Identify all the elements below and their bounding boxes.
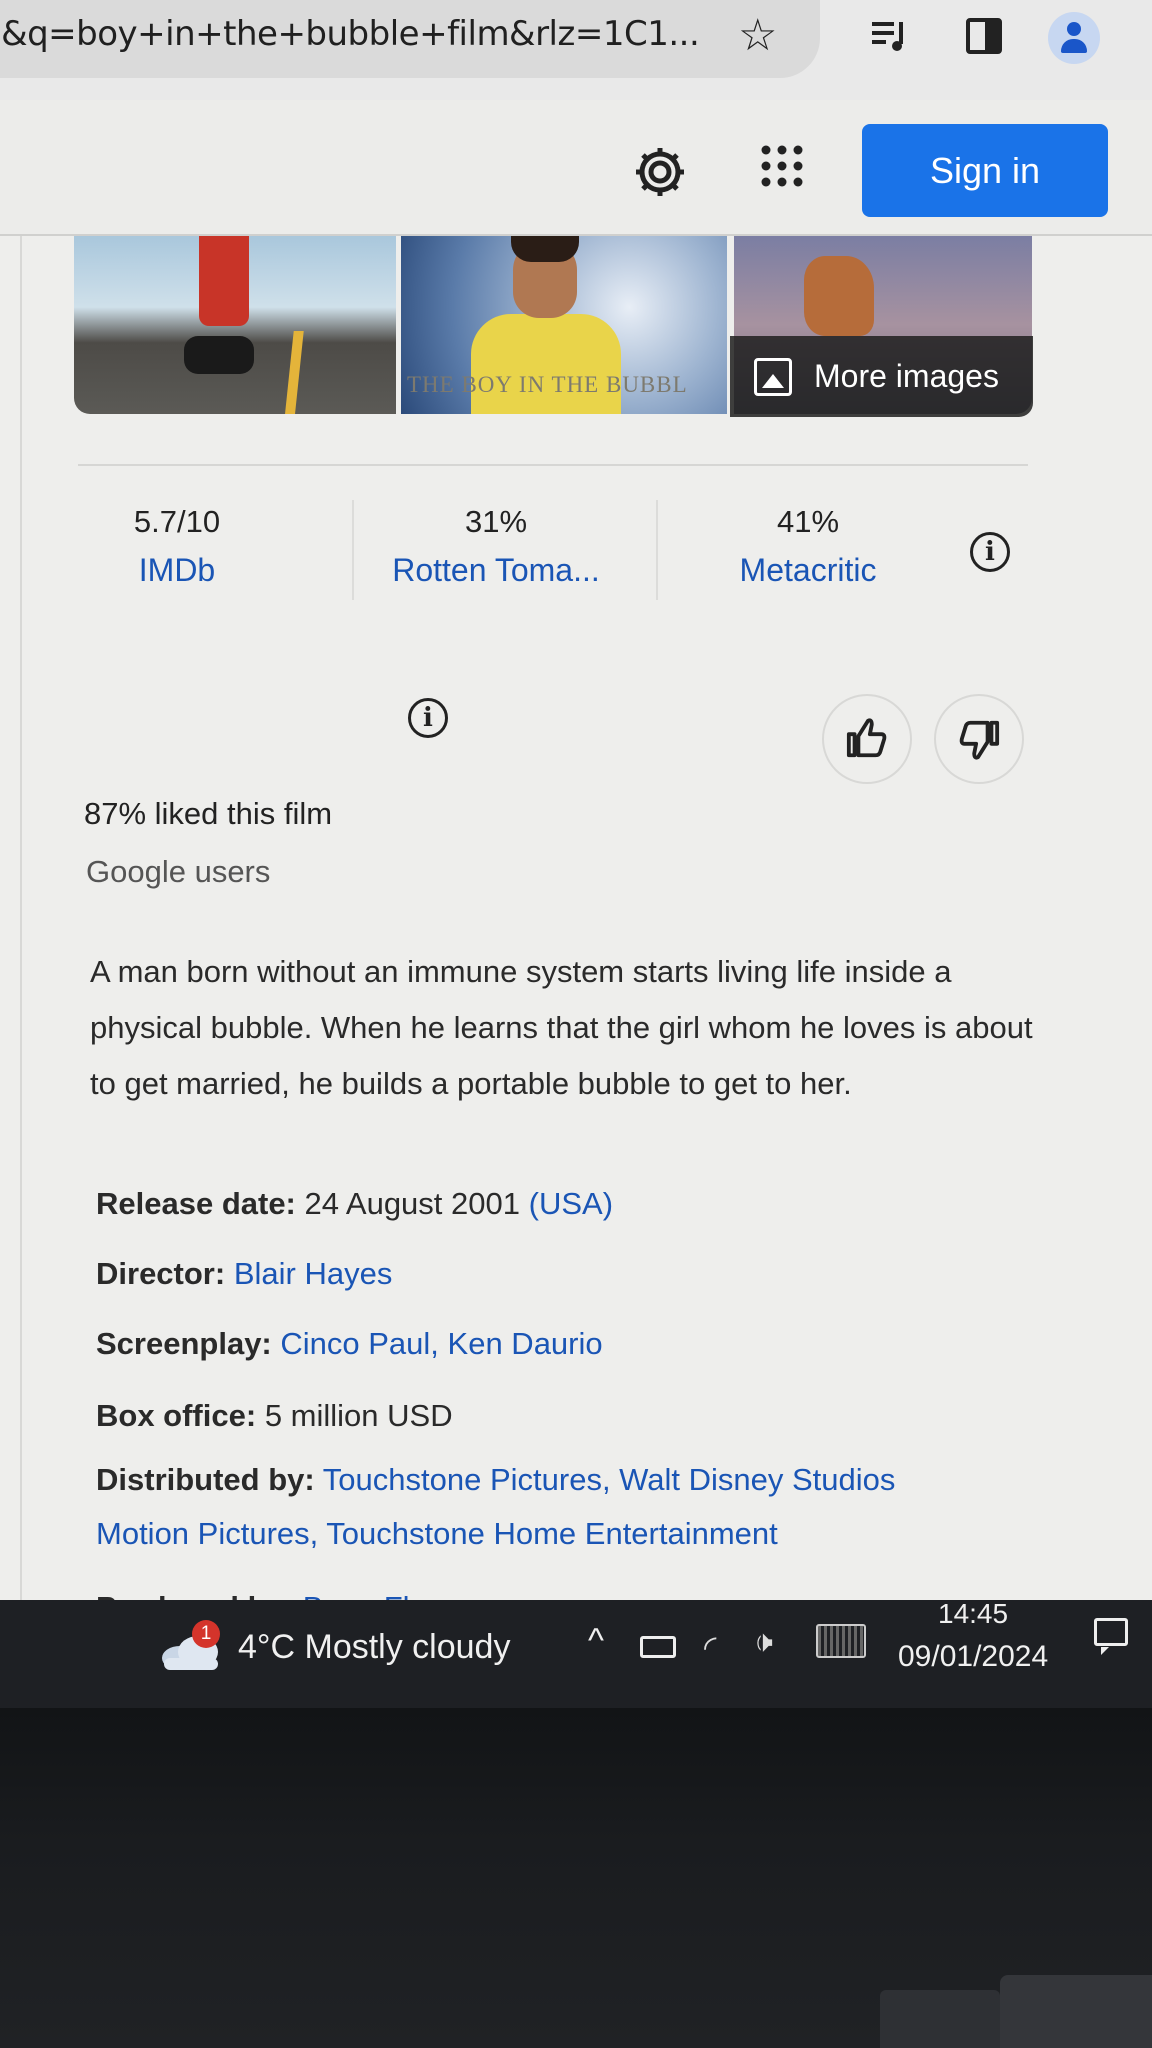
address-bar-url[interactable]: S&q=boy+in+the+bubble+film&rlz=1C1... xyxy=(0,14,700,54)
fact-screenplay: Screenplay: Cinco Paul, Ken Daurio xyxy=(96,1326,603,1362)
rating-source-link[interactable]: Rotten Toma... xyxy=(376,544,616,596)
divider xyxy=(78,464,1028,466)
fact-value: 24 August 2001 xyxy=(304,1186,520,1221)
page-header: Sign in xyxy=(0,100,1152,236)
divider xyxy=(20,236,22,1696)
apps-grid-icon[interactable] xyxy=(758,142,806,190)
sign-in-button[interactable]: Sign in xyxy=(862,124,1108,217)
ratings-row: 5.7/10 IMDb 31% Rotten Toma... 41% Metac… xyxy=(78,500,1028,600)
notification-icon[interactable] xyxy=(1094,1618,1128,1655)
rating-source-link[interactable]: Metacritic xyxy=(718,544,898,596)
browser-toolbar: S&q=boy+in+the+bubble+film&rlz=1C1... ☆ xyxy=(0,0,1152,100)
thumbs-up-icon xyxy=(846,718,887,758)
more-images-label: More images xyxy=(814,358,999,394)
side-panel-icon[interactable] xyxy=(966,18,1002,54)
film-poster-image[interactable]: THE BOY IN THE BUBBL xyxy=(401,236,727,414)
search-results-page: Sign in THE BOY IN THE BUBBL More images… xyxy=(0,100,1152,1698)
fact-director: Director: Blair Hayes xyxy=(96,1256,392,1292)
keyboard-icon[interactable] xyxy=(816,1624,866,1658)
rating-source-link[interactable]: IMDb xyxy=(102,544,252,596)
fact-distributed-by-cont: Motion Pictures, Touchstone Home Enterta… xyxy=(96,1516,778,1552)
fact-label: Box office: xyxy=(96,1398,257,1433)
poster-caption: THE BOY IN THE BUBBL xyxy=(407,372,688,397)
fact-label: Director: xyxy=(96,1256,226,1291)
fact-distributed-by: Distributed by: Touchstone Pictures, Wal… xyxy=(96,1462,895,1498)
battery-icon[interactable] xyxy=(640,1636,676,1658)
thumbs-down-button[interactable] xyxy=(934,694,1024,784)
fact-link[interactable]: Cinco Paul, Ken Daurio xyxy=(280,1326,602,1361)
divider xyxy=(656,500,658,600)
weather-alert-badge: 1 xyxy=(192,1620,220,1648)
fact-link[interactable]: Blair Hayes xyxy=(234,1256,393,1291)
fact-link[interactable]: Motion Pictures, Touchstone Home Enterta… xyxy=(96,1516,778,1551)
profile-icon[interactable] xyxy=(1048,12,1100,64)
audience-liked-text: 87% liked this film xyxy=(84,796,333,831)
divider xyxy=(352,500,354,600)
fact-link[interactable]: Touchstone Pictures, Walt Disney Studios xyxy=(323,1462,896,1497)
fact-label: Screenplay: xyxy=(96,1326,272,1361)
ratings-info-icon[interactable]: i xyxy=(970,532,1010,572)
bookmark-star-icon[interactable]: ☆ xyxy=(738,10,777,61)
fact-release-date: Release date: 24 August 2001 (USA) xyxy=(96,1186,613,1222)
rating-value: 41% xyxy=(776,504,840,539)
audience-info-icon[interactable]: i xyxy=(408,698,448,738)
film-description: A man born without an immune system star… xyxy=(90,954,1033,1101)
address-bar[interactable]: S&q=boy+in+the+bubble+film&rlz=1C1... xyxy=(0,0,820,78)
laptop-bezel-detail xyxy=(1000,1975,1152,2048)
weather-text[interactable]: 4°C Mostly cloudy xyxy=(238,1628,510,1667)
fact-box-office: Box office: 5 million USD xyxy=(96,1398,453,1434)
rating-value: 31% xyxy=(464,504,528,539)
audience-source: Google users xyxy=(86,854,271,889)
rating-rotten-tomatoes[interactable]: 31% Rotten Toma... xyxy=(376,500,616,596)
film-still-image[interactable] xyxy=(74,236,396,414)
volume-icon[interactable]: 🕩 xyxy=(754,1626,773,1660)
fact-label: Distributed by: xyxy=(96,1462,315,1497)
laptop-bezel-detail xyxy=(880,1990,1000,2048)
clock-time[interactable]: 14:45 xyxy=(938,1598,1008,1630)
more-images-button[interactable]: More images xyxy=(730,336,1033,417)
fact-link[interactable]: (USA) xyxy=(529,1186,613,1221)
fact-label: Release date: xyxy=(96,1186,296,1221)
wifi-icon[interactable]: ◜ xyxy=(704,1628,716,1666)
clock-date[interactable]: 09/01/2024 xyxy=(898,1640,1048,1674)
fact-value: 5 million USD xyxy=(264,1398,453,1433)
chevron-up-icon[interactable]: ^ xyxy=(588,1622,604,1661)
thumbs-up-button[interactable] xyxy=(822,694,912,784)
rating-imdb[interactable]: 5.7/10 IMDb xyxy=(102,500,252,596)
image-icon xyxy=(754,357,792,396)
settings-gear-icon[interactable] xyxy=(632,144,688,200)
rating-value: 5.7/10 xyxy=(133,504,221,539)
rating-metacritic[interactable]: 41% Metacritic xyxy=(718,500,898,596)
image-strip: THE BOY IN THE BUBBL More images xyxy=(74,236,1033,417)
thumbs-down-icon xyxy=(959,720,1000,760)
media-queue-icon[interactable] xyxy=(870,16,910,56)
